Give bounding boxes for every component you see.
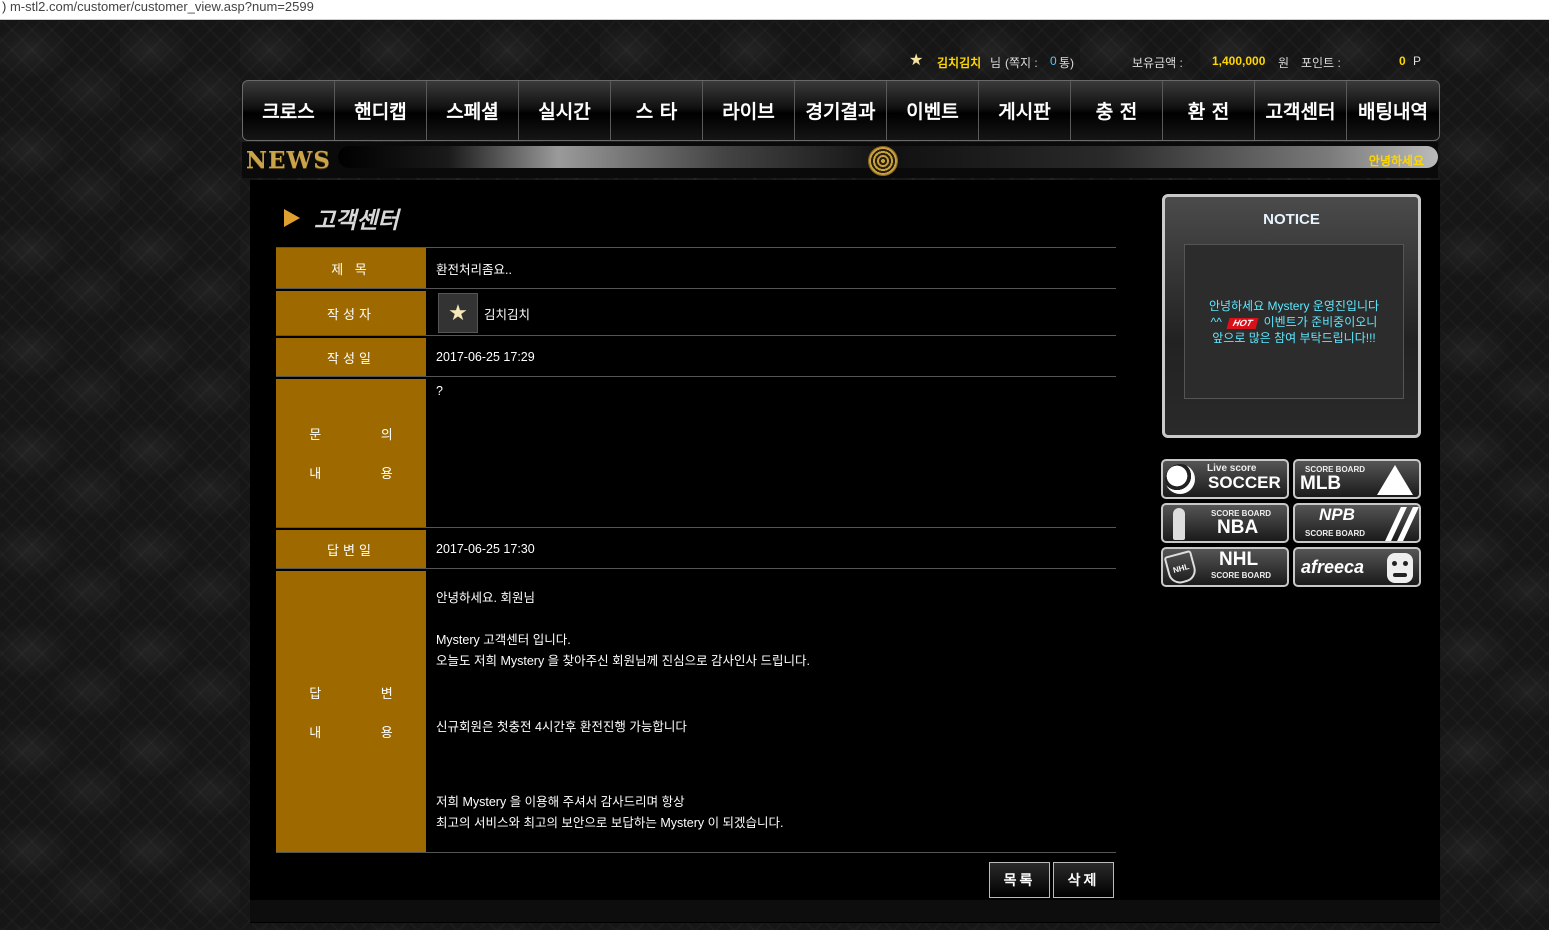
delete-button[interactable]: 삭제 [1053,862,1114,898]
message-count[interactable]: 0 [1050,54,1057,68]
nav-special[interactable]: 스페셜 [427,81,519,140]
row-date: 작성일 2017-06-25 17:29 [276,336,1116,377]
page-heading: 고객센터 [284,202,399,234]
honorific: 님 [990,56,1002,70]
nba-big-text: NBA [1217,517,1259,538]
subject-value: 환전처리좀요.. [426,248,1116,288]
date-label: 작성일 [276,338,426,376]
nhl-shield-icon: NHL [1163,549,1199,585]
main-nav: 크로스 핸디캡 스페셜 실시간 스 타 라이브 경기결과 이벤트 게시판 충 전… [242,80,1440,141]
answer-line: 신규회원은 첫충전 4시간후 환전진행 가능합니다 [436,720,687,734]
nav-live-realtime[interactable]: 실시간 [519,81,611,140]
news-title: NEWS [246,147,331,174]
nhl-big-text: NHL [1219,549,1259,570]
row-author: 작성자 ★ 김치김치 [276,289,1116,336]
notice-line-2: ^^ HOT 이벤트가 준비중이오니 [1210,314,1378,330]
mlb-big-text: MLB [1300,473,1342,494]
nba-scoreboard-button[interactable]: SCORE BOARD NBA [1161,503,1289,543]
mlb-scoreboard-button[interactable]: SCORE BOARD MLB [1293,459,1421,499]
inquiry-label-2: 내 용 [309,466,421,481]
nhl-small-text: SCORE BOARD [1211,571,1272,580]
play-arrow-icon [284,209,300,227]
soccer-scoreboard-button[interactable]: Live score SOCCER [1161,459,1289,499]
address-bar[interactable]: ) m-stl2.com/customer/customer_view.asp?… [0,0,1549,20]
post-detail-table: 제 목 환전처리좀요.. 작성자 ★ 김치김치 작성일 2017-06-25 1… [276,247,1116,853]
npb-scoreboard-button[interactable]: NPB SCORE BOARD [1293,503,1421,543]
news-ticker-text[interactable]: 안녕하세요 [1369,152,1424,169]
notice-line-1: 안녕하세요 Mystery 운영진입니다 [1208,298,1380,313]
nba-player-icon [1173,508,1185,540]
afreeca-button[interactable]: afreeca [1293,547,1421,587]
row-inquiry: 문 의 내 용 ? [276,377,1116,528]
nav-cross[interactable]: 크로스 [243,81,335,140]
page-title: 고객센터 [314,208,399,234]
soccer-big-text: SOCCER [1208,473,1281,492]
author-cell: ★ 김치김치 [426,291,1116,335]
notice-title: NOTICE [1263,211,1320,228]
npb-big-text: NPB [1319,505,1355,524]
answer-label-2: 내 용 [309,724,421,740]
message-prefix: (쪽지 : [1005,56,1038,70]
balance-unit: 원 [1278,56,1290,70]
list-button[interactable]: 목록 [989,862,1050,898]
notice-line-2-text: 이벤트가 준비중이오니 [1263,314,1378,329]
date-value: 2017-06-25 17:29 [426,338,1116,376]
hot-badge: HOT [1226,317,1259,329]
answer-line: 최고의 서비스와 최고의 보안으로 보답하는 Mystery 이 되겠습니다. [436,816,784,830]
answer-label-1: 답 변 [309,685,421,701]
nav-results[interactable]: 경기결과 [795,81,887,140]
npb-small-text: SCORE BOARD [1305,529,1366,538]
row-answer-date: 답변일 2017-06-25 17:30 [276,528,1116,569]
answer-line: 안녕하세요. 회원님 [436,591,535,605]
nav-handicap[interactable]: 핸디캡 [335,81,427,140]
answer-date-label: 답변일 [276,530,426,568]
points-label: 포인트 : [1301,56,1341,70]
inquiry-value: ? [426,379,1116,527]
message-suffix: 통) [1059,56,1075,70]
nav-bet-history[interactable]: 배팅내역 [1347,81,1439,140]
author-label: 작성자 [276,291,426,335]
row-subject: 제 목 환전처리좀요.. [276,248,1116,289]
inquiry-label-1: 문 의 [309,427,421,442]
points-unit: P [1413,54,1422,68]
footer-strip [250,900,1440,922]
mlb-logo-icon [1377,465,1413,495]
nav-star[interactable]: 스 타 [611,81,703,140]
soccer-ball-icon [1165,464,1195,494]
notice-line-2-prefix: ^^ [1210,314,1222,329]
username[interactable]: 김치김치 [937,54,981,71]
row-answer: 답 변 내 용 안녕하세요. 회원님 Mystery 고객센터 입니다. 오늘도… [276,569,1116,853]
nav-charge[interactable]: 충 전 [1071,81,1163,140]
nav-board[interactable]: 게시판 [979,81,1071,140]
star-icon: ★ [909,52,924,69]
afreeca-text: afreeca [1301,557,1365,577]
notice-body: 안녕하세요 Mystery 운영진입니다 ^^ HOT 이벤트가 준비중이오니 … [1184,244,1404,399]
inquiry-label: 문 의 내 용 [276,379,426,527]
answer-label: 답 변 내 용 [276,571,426,852]
answer-line: 저희 Mystery 을 이용해 주셔서 감사드리며 항상 [436,795,685,809]
nav-exchange[interactable]: 환 전 [1163,81,1255,140]
author-name: 김치김치 [484,307,531,322]
answer-line: Mystery 고객센터 입니다. [436,633,571,647]
news-bar: NEWS 안녕하세요 [242,142,1438,178]
points-value: 0 [1399,54,1406,68]
afreeca-mascot-icon [1387,553,1413,583]
nav-customer-center[interactable]: 고객센터 [1255,81,1347,140]
news-knob-icon [868,146,898,176]
nav-live[interactable]: 라이브 [703,81,795,140]
answer-date-value: 2017-06-25 17:30 [426,530,1116,568]
answer-body: 안녕하세요. 회원님 Mystery 고객센터 입니다. 오늘도 저희 Myst… [426,571,1116,852]
nhl-scoreboard-button[interactable]: NHL NHL SCORE BOARD [1161,547,1289,587]
balance-value: 1,400,000 [1212,54,1266,68]
nav-event[interactable]: 이벤트 [887,81,979,140]
url-prefix: ) [2,0,7,14]
balance-label: 보유금액 : [1132,56,1183,70]
subject-label: 제 목 [276,248,426,288]
notice-line-3: 앞으로 많은 참여 부탁드립니다!!! [1212,330,1376,345]
notice-panel: NOTICE 안녕하세요 Mystery 운영진입니다 ^^ HOT 이벤트가 … [1162,194,1421,438]
author-star-icon: ★ [438,293,478,333]
url-text: m-stl2.com/customer/customer_view.asp?nu… [9,0,314,14]
answer-line: 오늘도 저희 Mystery 을 찾아주신 회원님께 진심으로 감사인사 드립니… [436,654,811,668]
